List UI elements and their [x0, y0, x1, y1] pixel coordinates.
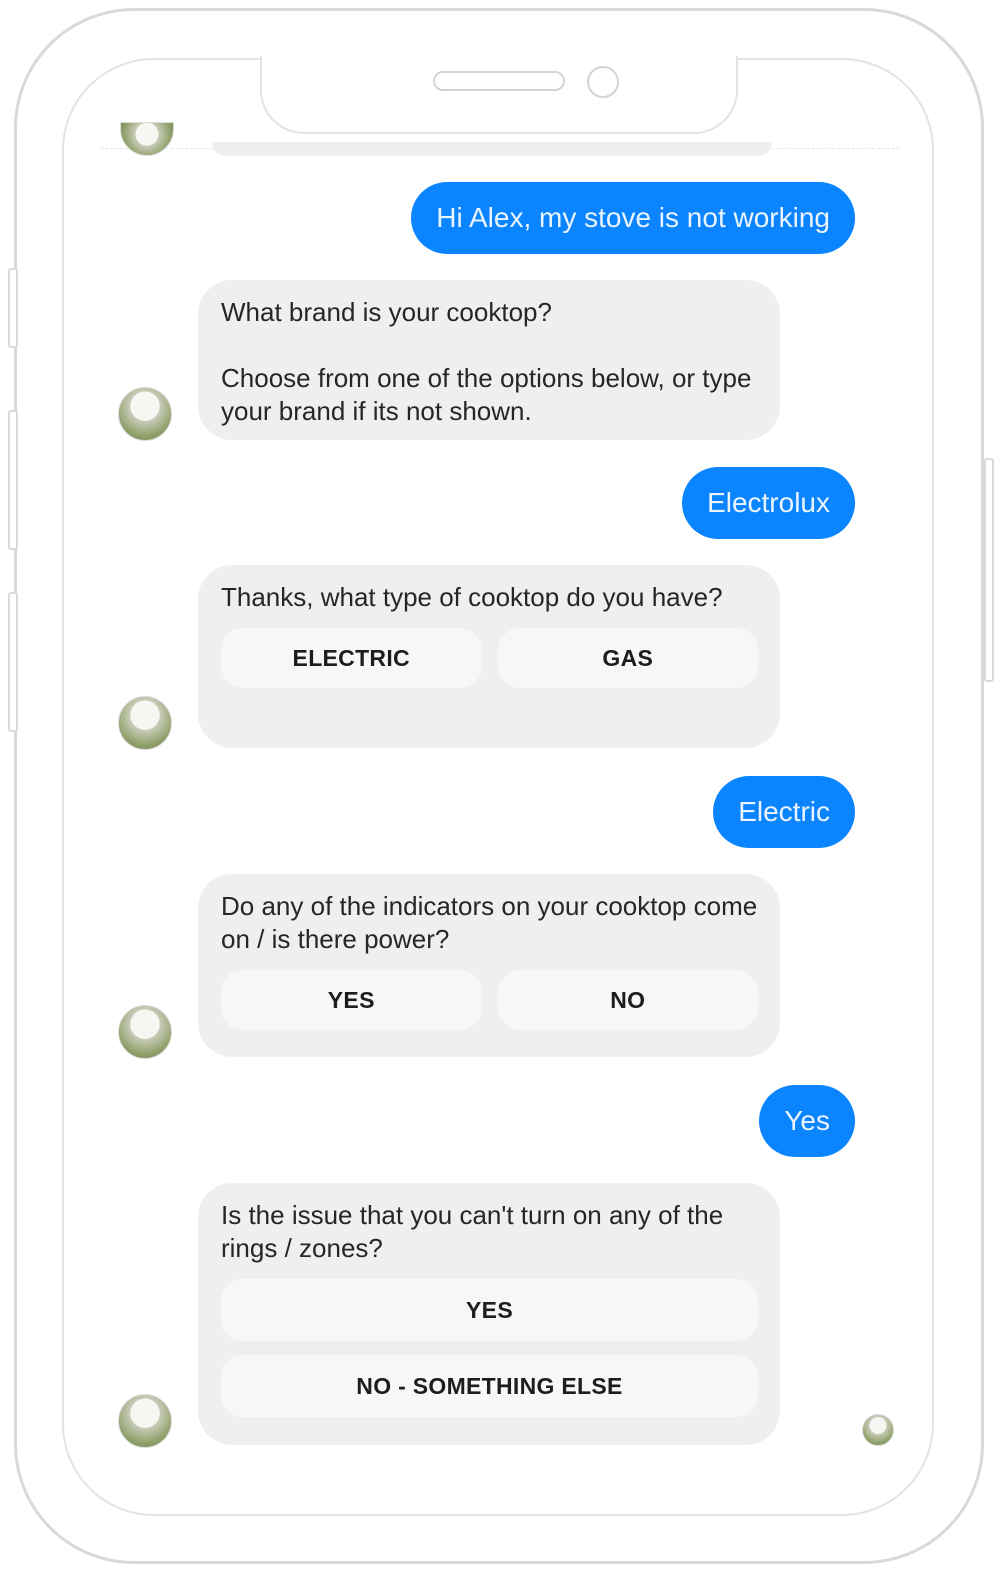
user-message: Electric — [713, 776, 855, 848]
quick-reply-gas-button[interactable]: GAS — [497, 628, 758, 688]
quick-reply-yes-button[interactable]: YES — [221, 1279, 758, 1341]
bot-message: What brand is your cooktop? Choose from … — [198, 280, 780, 440]
bot-message: Thanks, what type of cooktop do you have… — [198, 565, 780, 748]
bot-message-text: Is the issue that you can't turn on any … — [221, 1200, 724, 1263]
user-message: Hi Alex, my stove is not working — [411, 182, 855, 254]
previous-message-stub — [212, 142, 772, 156]
phone-side-button-left-2 — [8, 410, 18, 550]
quick-reply-row: YES NO — [221, 970, 758, 1030]
read-receipt-avatar — [862, 1414, 894, 1446]
user-message: Yes — [759, 1085, 855, 1157]
bot-message-text: What brand is your cooktop? Choose from … — [221, 297, 752, 426]
phone-notch — [260, 56, 738, 134]
bot-avatar — [118, 1005, 172, 1059]
quick-reply-yes-button[interactable]: YES — [221, 970, 482, 1030]
bot-message: Do any of the indicators on your cooktop… — [198, 874, 780, 1057]
quick-reply-no-button[interactable]: NO — [497, 970, 758, 1030]
quick-reply-row: ELECTRIC GAS — [221, 628, 758, 688]
bot-avatar — [118, 387, 172, 441]
phone-side-button-left-1 — [8, 268, 18, 348]
quick-reply-electric-button[interactable]: ELECTRIC — [221, 628, 482, 688]
bot-message-text: Do any of the indicators on your cooktop… — [221, 891, 758, 954]
bot-message: Is the issue that you can't turn on any … — [198, 1183, 780, 1445]
user-message: Electrolux — [682, 467, 855, 539]
camera-icon — [587, 66, 619, 98]
bot-avatar — [118, 696, 172, 750]
quick-reply-no-something-else-button[interactable]: NO - SOMETHING ELSE — [221, 1355, 758, 1417]
bot-message-text: Thanks, what type of cooktop do you have… — [221, 582, 723, 612]
bot-avatar — [118, 1394, 172, 1448]
speaker-icon — [433, 71, 565, 91]
phone-side-button-left-3 — [8, 592, 18, 732]
phone-side-button-right — [984, 458, 994, 682]
